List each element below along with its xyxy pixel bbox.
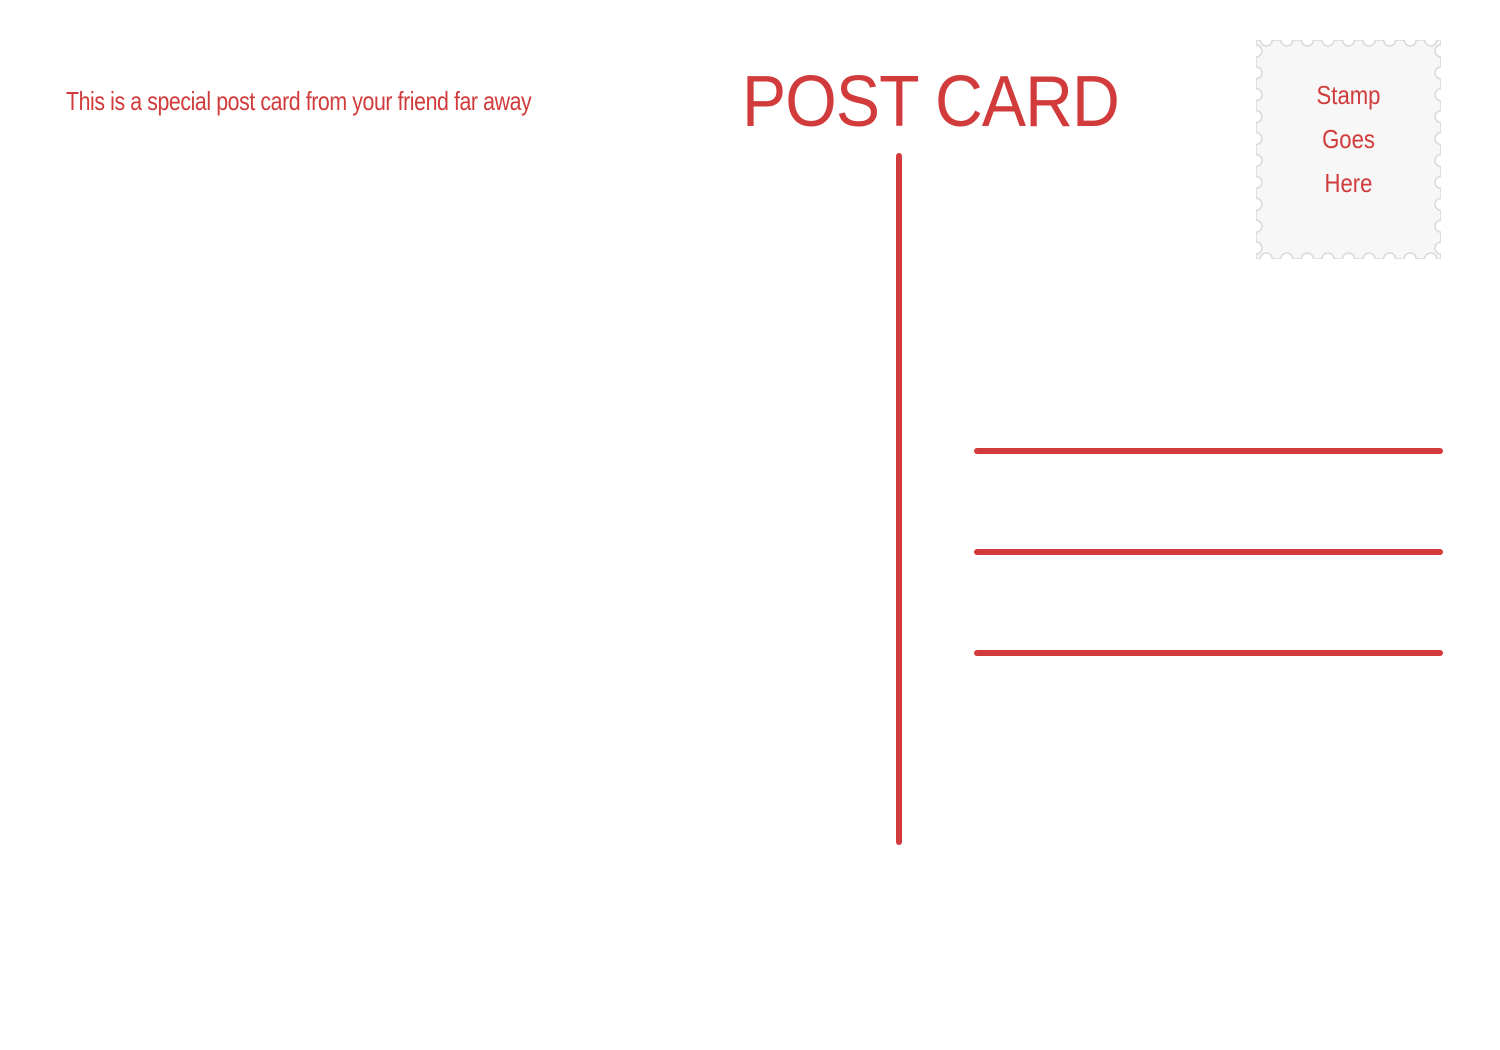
center-divider	[896, 153, 902, 845]
stamp-label-line-3: Here	[1324, 168, 1373, 198]
stamp-label-line-1: Stamp	[1316, 80, 1381, 110]
stamp-label-line-2: Goes	[1322, 124, 1375, 154]
postcard-title: POST CARD	[742, 62, 1120, 142]
address-line-2	[974, 549, 1443, 555]
address-line-1	[974, 448, 1443, 454]
address-line-3	[974, 650, 1443, 656]
tagline: This is a special post card from your fr…	[66, 86, 532, 116]
stamp-placeholder: Stamp Goes Here	[1256, 40, 1441, 259]
